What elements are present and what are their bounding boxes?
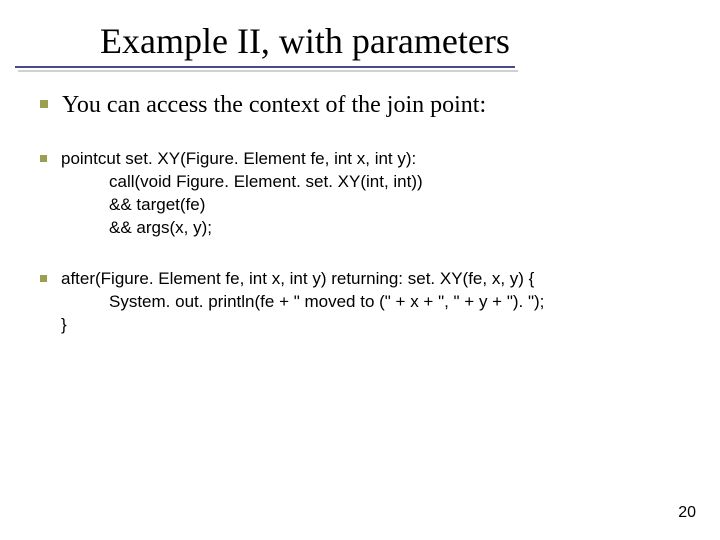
code-line: && target(fe) <box>61 194 423 217</box>
title-underline-shadow <box>18 70 518 72</box>
slide-title: Example II, with parameters <box>100 20 510 62</box>
code-line: pointcut set. XY(Figure. Element fe, int… <box>61 148 423 171</box>
bullet-item-1: You can access the context of the join p… <box>40 90 680 120</box>
bullet-icon <box>40 275 47 282</box>
slide: Example II, with parameters You can acce… <box>0 0 720 540</box>
bullet-icon <box>40 155 47 162</box>
title-underline <box>15 66 515 68</box>
code-line: && args(x, y); <box>61 217 423 240</box>
bullet-item-2: pointcut set. XY(Figure. Element fe, int… <box>40 148 680 240</box>
slide-body: You can access the context of the join p… <box>40 90 680 365</box>
code-line: System. out. println(fe + " moved to (" … <box>61 291 544 314</box>
bullet-item-3: after(Figure. Element fe, int x, int y) … <box>40 268 680 337</box>
code-block-pointcut: pointcut set. XY(Figure. Element fe, int… <box>61 148 423 240</box>
code-line: } <box>61 314 544 337</box>
bullet-text: You can access the context of the join p… <box>62 90 486 120</box>
code-line: call(void Figure. Element. set. XY(int, … <box>61 171 423 194</box>
code-line: after(Figure. Element fe, int x, int y) … <box>61 268 544 291</box>
code-block-after: after(Figure. Element fe, int x, int y) … <box>61 268 544 337</box>
bullet-icon <box>40 100 48 108</box>
page-number: 20 <box>678 504 696 522</box>
